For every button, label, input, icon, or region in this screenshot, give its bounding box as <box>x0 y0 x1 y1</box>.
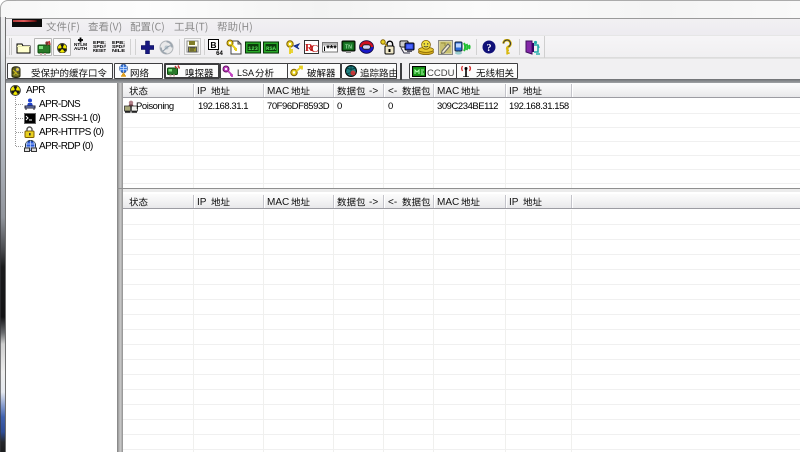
svg-text:B: B <box>210 40 216 50</box>
svg-text:NILE: NILE <box>112 48 125 53</box>
svg-text:C: C <box>311 43 319 55</box>
svg-text:RESET: RESET <box>93 48 106 53</box>
svg-text:): ) <box>470 65 472 70</box>
svg-text:AUTH: AUTH <box>74 46 88 51</box>
svg-text:RSA: RSA <box>266 45 277 52</box>
svg-text:64: 64 <box>216 51 223 56</box>
svg-text:(: ( <box>461 65 463 70</box>
svg-text:TN: TN <box>345 45 352 51</box>
svg-text:***: *** <box>326 44 337 54</box>
svg-text:123: 123 <box>248 45 259 52</box>
svg-text:?: ? <box>487 43 492 54</box>
